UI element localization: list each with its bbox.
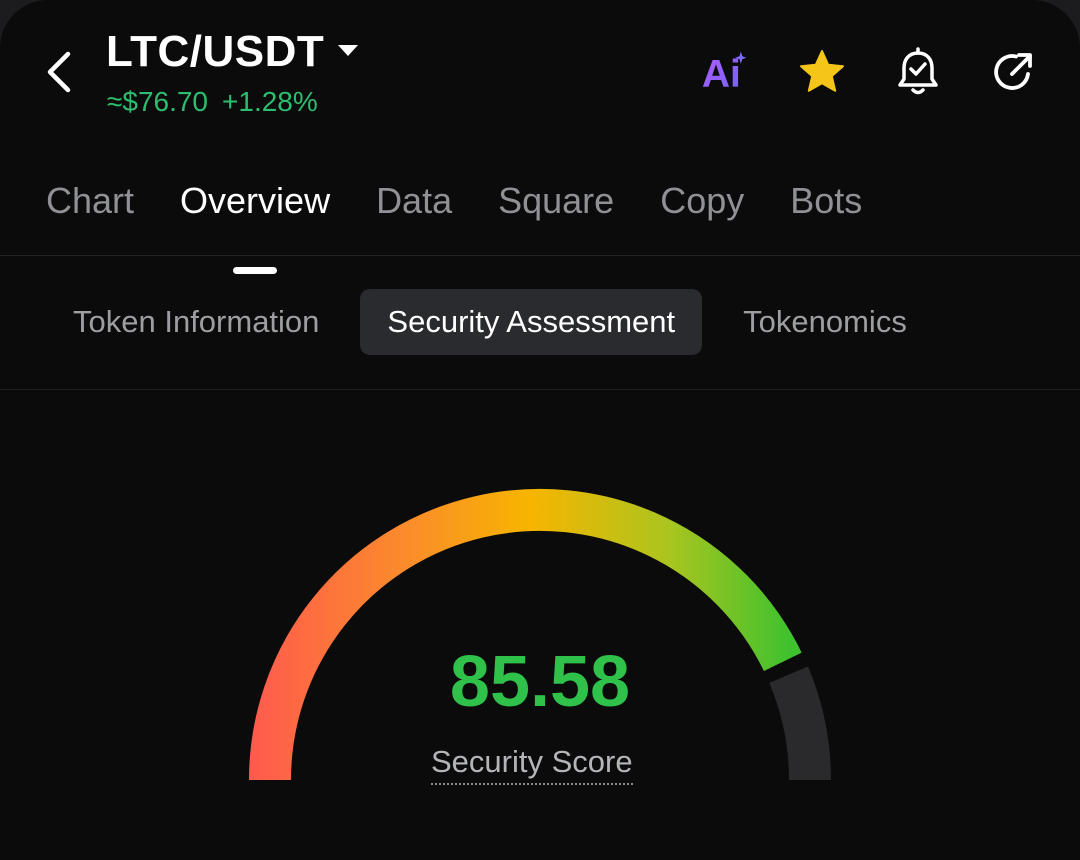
- app-screen: LTC/USDT ≈$76.70 +1.28% Ai Chart Overvie…: [0, 0, 1080, 860]
- security-score-value: 85.58: [449, 642, 631, 722]
- security-score-label[interactable]: Security Score: [431, 742, 633, 785]
- gauge-track: [769, 666, 831, 781]
- security-gauge: [249, 488, 831, 781]
